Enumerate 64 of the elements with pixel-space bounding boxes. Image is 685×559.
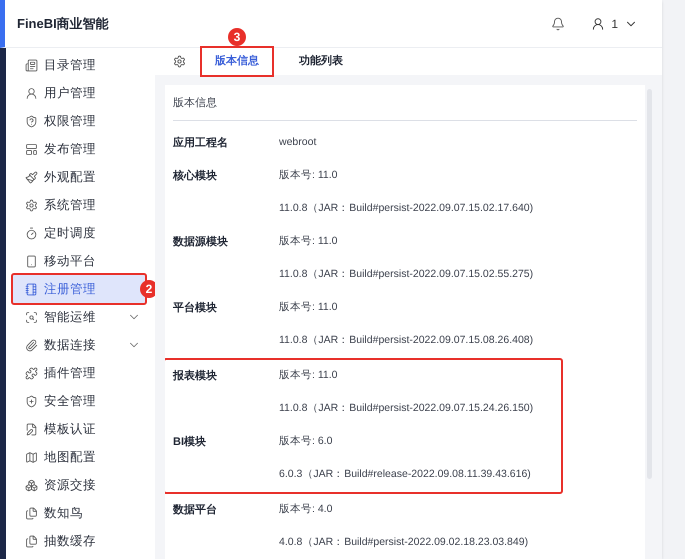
sidebar-item[interactable]: 权限管理 <box>13 107 145 135</box>
module-value: 11.0.8（JAR：Build#persist-2022.09.07.15.02.55.275) <box>279 267 534 282</box>
tab[interactable]: 版本信息 <box>202 48 272 75</box>
paintbrush-icon <box>25 170 38 184</box>
shield-icon <box>25 114 38 128</box>
map-icon <box>25 450 38 464</box>
module-label: 应用工程名 <box>173 136 228 149</box>
phone-icon <box>25 254 38 268</box>
sidebar-item[interactable]: 外观配置 <box>13 163 145 191</box>
sidebar-item[interactable]: 数知鸟 <box>13 499 145 527</box>
sidebar-item[interactable]: 注册管理 <box>13 275 145 303</box>
paperclip-icon <box>25 338 38 352</box>
sidebar-item[interactable]: 定时调度 <box>13 219 145 247</box>
user-icon <box>591 16 606 30</box>
module-value: 6.0.3（JAR：Build#release-2022.09.08.11.39.43.616) <box>279 467 531 482</box>
user-icon <box>25 86 38 100</box>
notebook-icon <box>25 282 38 296</box>
module-value: 11.0.8（JAR：Build#persist-2022.09.07.15.02.17.640) <box>279 201 534 216</box>
sidebar-item[interactable]: 插件管理 <box>13 359 145 387</box>
timer-icon <box>25 226 38 240</box>
files-icon <box>25 534 38 548</box>
module-value: 版本号: 11.0 <box>279 368 338 384</box>
notification-button[interactable] <box>551 16 566 30</box>
sidebar-item[interactable]: 目录管理 <box>13 51 145 79</box>
module-label: 平台模块 <box>173 302 217 314</box>
shield-plus-icon <box>25 394 38 408</box>
sidebar-item[interactable]: 安全管理 <box>13 387 145 415</box>
sidebar-item[interactable]: 发布管理 <box>13 135 145 163</box>
scan-icon <box>25 310 38 324</box>
sidebar-item[interactable]: 地图配置 <box>13 443 145 471</box>
sidebar-item[interactable]: 资源交接 <box>13 471 145 499</box>
sidebar-item[interactable]: 用户管理 <box>13 79 145 107</box>
puzzle-icon <box>25 366 38 380</box>
module-value: 版本号: 11.0 <box>279 234 338 250</box>
module-label: BI模块 <box>173 436 206 448</box>
settings-icon <box>25 198 38 212</box>
module-value: 版本号: 6.0 <box>279 434 332 450</box>
module-value: 11.0.8（JAR：Build#persist-2022.09.07.15.24.26.150) <box>279 401 534 416</box>
module-value: 版本号: 4.0 <box>279 502 332 518</box>
layout-icon <box>25 142 38 156</box>
sidebar-item[interactable]: 智能运维 <box>13 303 145 331</box>
tab[interactable]: 功能列表 <box>286 48 356 75</box>
sidebar-item[interactable]: 移动平台 <box>13 247 145 275</box>
list-icon <box>25 58 38 72</box>
files-icon <box>25 506 38 520</box>
sidebar-item[interactable]: 模板认证 <box>13 415 145 443</box>
module-label: 数据平台 <box>173 504 217 516</box>
panel-title: 版本信息 <box>173 85 637 120</box>
boxes-icon <box>25 478 38 492</box>
module-label: 数据源模块 <box>173 236 228 248</box>
sidebar-item[interactable]: 抽数缓存 <box>13 527 145 555</box>
sidebar-item[interactable]: 数据连接 <box>13 331 145 359</box>
module-label: 核心模块 <box>173 170 217 182</box>
sidebar-item[interactable]: 系统管理 <box>13 191 145 219</box>
module-value: 4.0.8（JAR：Build#persist-2022.09.02.18.23.03.849) <box>279 535 528 550</box>
file-pen-icon <box>25 422 38 436</box>
module-value: 版本号: 11.0 <box>279 168 338 184</box>
settings-icon <box>173 55 186 68</box>
module-value: 11.0.8（JAR：Build#persist-2022.09.07.15.08.26.408) <box>279 333 534 348</box>
module-label: 报表模块 <box>173 370 217 382</box>
brand-title: FineBI商业智能 <box>17 14 109 33</box>
module-value: webroot <box>279 135 316 150</box>
user-menu-button[interactable]: 1 <box>591 14 638 32</box>
module-value: 版本号: 11.0 <box>279 300 338 316</box>
